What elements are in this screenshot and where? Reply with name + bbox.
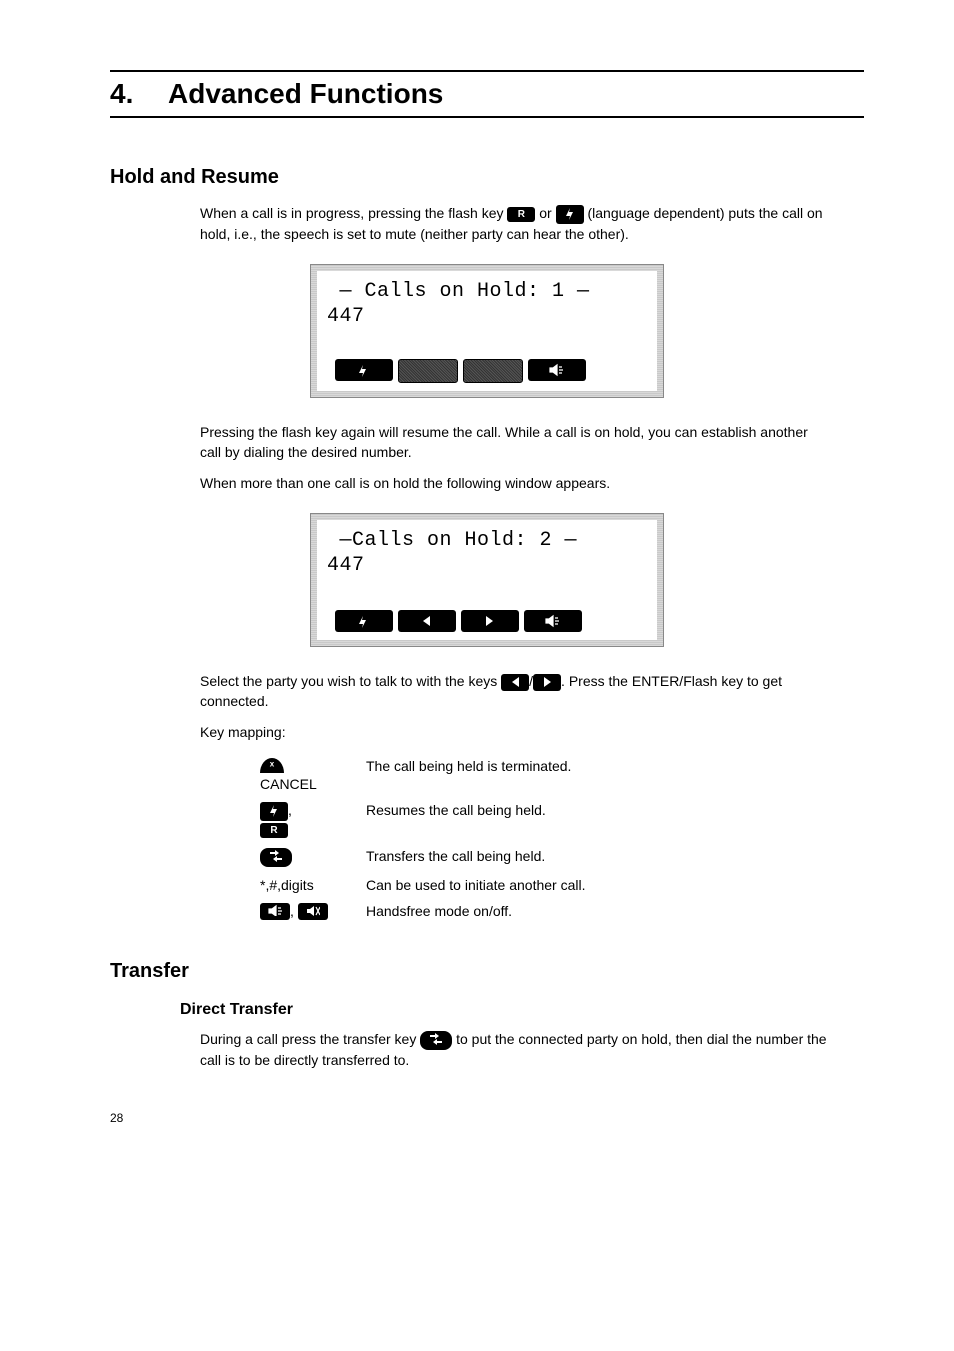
softkey-flash-icon <box>335 610 393 632</box>
page-number: 28 <box>110 1111 864 1125</box>
hold-para-4: Select the party you wish to talk to wit… <box>200 671 830 712</box>
table-row: , R Resumes the call being held. <box>252 798 593 842</box>
table-row: , Handsfree mode on/off. <box>252 899 593 925</box>
section-hold-resume: Hold and Resume <box>110 166 864 189</box>
keymap-desc: Transfers the call being held. <box>358 844 593 871</box>
right-arrow-key-icon <box>533 674 561 691</box>
table-row: Transfers the call being held. <box>252 844 593 871</box>
keymap-desc: The call being held is terminated. <box>358 754 593 796</box>
keymap-label: Key mapping: <box>200 722 830 742</box>
hold-para-3: When more than one call is on hold the f… <box>200 473 830 493</box>
lcd-text: — Calls on Hold: 1 — 447 <box>317 271 657 329</box>
transfer-para-1: During a call press the transfer key to … <box>200 1029 830 1070</box>
speaker-on-key-icon <box>260 903 290 920</box>
speaker-off-key-icon <box>298 903 328 920</box>
flash-bolt-key-icon <box>260 802 288 821</box>
lcd-screen-hold-2: —Calls on Hold: 2 — 447 <box>310 513 664 647</box>
keymap-desc: Resumes the call being held. <box>358 798 593 842</box>
chapter-title: 4.Advanced Functions <box>110 70 864 118</box>
softkey-right-arrow-icon <box>461 610 519 632</box>
lcd-screen-hold-1: — Calls on Hold: 1 — 447 <box>310 264 664 398</box>
transfer-key-icon <box>260 848 292 867</box>
softkey-left-arrow-icon <box>398 610 456 632</box>
cancel-label: CANCEL <box>260 776 317 792</box>
cancel-key-icon <box>260 758 284 773</box>
keymap-key-label: *,#,digits <box>252 873 356 897</box>
softkey-flash-icon <box>335 359 393 381</box>
flash-r-key-icon: R <box>260 823 288 838</box>
chapter-number: 4. <box>110 78 168 110</box>
softkey-blank <box>398 359 458 383</box>
left-arrow-key-icon <box>501 674 529 691</box>
keymap-desc: Handsfree mode on/off. <box>358 899 593 925</box>
hold-para-1: When a call is in progress, pressing the… <box>200 203 830 244</box>
flash-bolt-key-icon <box>556 205 584 224</box>
table-row: CANCEL The call being held is terminated… <box>252 754 593 796</box>
softkey-speaker-icon <box>528 359 586 381</box>
keymap-table: CANCEL The call being held is terminated… <box>250 752 595 927</box>
hold-para-2: Pressing the flash key again will resume… <box>200 422 830 463</box>
section-transfer: Transfer <box>110 960 864 983</box>
transfer-key-icon <box>420 1031 452 1050</box>
table-row: *,#,digits Can be used to initiate anoth… <box>252 873 593 897</box>
chapter-name: Advanced Functions <box>168 78 443 109</box>
lcd-text: —Calls on Hold: 2 — 447 <box>317 520 657 578</box>
flash-r-key-icon: R <box>507 207 535 222</box>
softkey-speaker-icon <box>524 610 582 632</box>
subsection-direct-transfer: Direct Transfer <box>180 1001 864 1019</box>
softkey-blank <box>463 359 523 383</box>
keymap-desc: Can be used to initiate another call. <box>358 873 593 897</box>
